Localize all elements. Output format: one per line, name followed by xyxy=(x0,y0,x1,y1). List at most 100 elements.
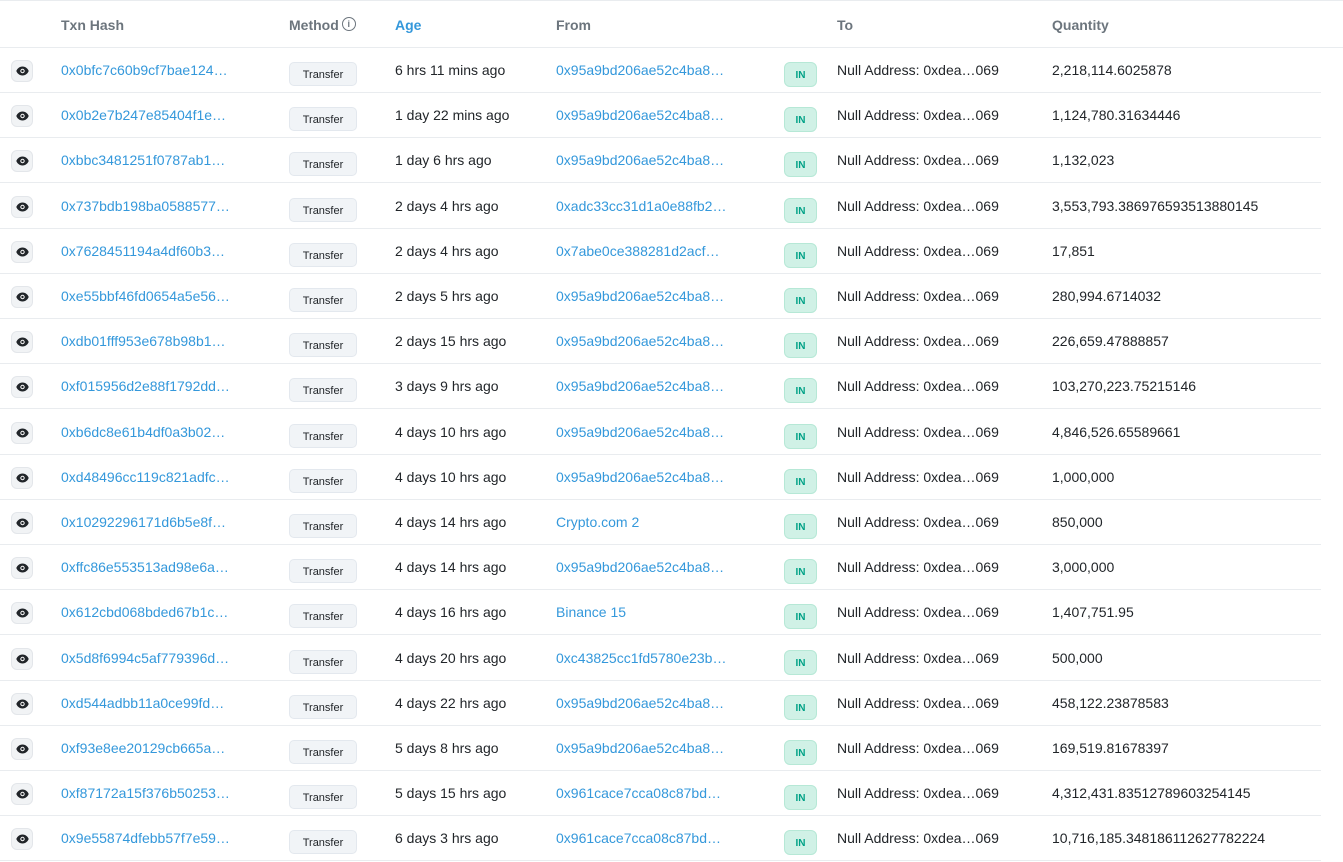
age-text: 4 days 14 hrs ago xyxy=(395,514,507,530)
txn-hash-link[interactable]: 0xb6dc8e61b4df0a3b02… xyxy=(61,410,225,454)
quantity-text: 500,000 xyxy=(1052,649,1103,666)
txn-hash-link[interactable]: 0xe55bbf46fd0654a5e56… xyxy=(61,274,230,318)
direction-badge: IN xyxy=(784,288,817,313)
eye-icon[interactable] xyxy=(11,195,33,218)
from-address-link[interactable]: 0x95a9bd206ae52c4ba8… xyxy=(556,319,724,363)
eye-icon[interactable] xyxy=(11,105,33,128)
method-badge: Transfer xyxy=(289,152,357,177)
txn-hash-link[interactable]: 0xf015956d2e88f1792dd… xyxy=(61,364,230,408)
direction-badge: IN xyxy=(784,740,817,765)
age-text: 5 days 8 hrs ago xyxy=(395,740,499,756)
eye-icon[interactable] xyxy=(11,512,33,534)
txn-hash-link[interactable]: 0x737bdb198ba0588577… xyxy=(61,184,230,228)
from-address-link[interactable]: 0x95a9bd206ae52c4ba8… xyxy=(556,48,724,92)
eye-icon[interactable] xyxy=(11,331,33,354)
quantity-text: 4,846,526.65589661 xyxy=(1052,423,1181,440)
table-row: 0xf87172a15f376b50253… Transfer 5 days 15 … xyxy=(0,771,1321,817)
eye-icon[interactable] xyxy=(11,286,33,308)
direction-badge: IN xyxy=(784,604,817,630)
column-header-age[interactable]: Age xyxy=(395,1,421,49)
eye-icon[interactable] xyxy=(11,828,33,851)
info-icon[interactable]: i xyxy=(341,17,356,32)
eye-icon[interactable] xyxy=(11,421,33,444)
to-address-text: Null Address: 0xdea…069 xyxy=(837,197,999,214)
txn-hash-link[interactable]: 0xf87172a15f376b50253… xyxy=(61,771,230,815)
table-row: 0xf015956d2e88f1792dd… Transfer 3 days 9 h… xyxy=(0,364,1321,410)
column-header-from: From xyxy=(556,17,591,33)
age-text: 5 days 15 hrs ago xyxy=(395,785,507,802)
from-address-link[interactable]: 0x95a9bd206ae52c4ba8… xyxy=(556,455,724,499)
from-address-link[interactable]: 0x95a9bd206ae52c4ba8… xyxy=(556,274,724,318)
from-address-link[interactable]: 0x7abe0ce388281d2acf… xyxy=(556,229,719,273)
quantity-text: 458,122.23878583 xyxy=(1052,694,1169,711)
table-row: 0xffc86e553513ad98e6a… Transfer 4 days 14 … xyxy=(0,545,1321,591)
to-address-text: Null Address: 0xdea…069 xyxy=(837,604,999,621)
eye-icon[interactable] xyxy=(11,738,33,760)
from-address-link[interactable]: Crypto.com 2 xyxy=(556,500,639,544)
from-address-link[interactable]: 0x95a9bd206ae52c4ba8… xyxy=(556,93,724,137)
age-text: 2 days 5 hrs ago xyxy=(395,288,499,304)
txn-hash-link[interactable]: 0xffc86e553513ad98e6a… xyxy=(61,545,229,589)
eye-icon[interactable] xyxy=(11,150,33,173)
to-address-text: Null Address: 0xdea…069 xyxy=(837,242,999,259)
method-badge: Transfer xyxy=(289,785,357,810)
txn-hash-link[interactable]: 0xbbc3481251f0787ab1… xyxy=(61,138,225,182)
eye-icon[interactable] xyxy=(11,602,33,625)
quantity-text: 1,000,000 xyxy=(1052,468,1115,485)
eye-icon[interactable] xyxy=(11,466,33,489)
age-text: 1 day 6 hrs ago xyxy=(395,152,492,169)
txn-hash-link[interactable]: 0xf93e8ee20129cb665a… xyxy=(61,726,225,770)
table-row: 0x0b2e7b247e85404f1e… Transfer 1 day 22 mi… xyxy=(0,93,1321,139)
table-row: 0x9e55874dfebb57f7e59… Transfer 6 days 3 h… xyxy=(0,816,1321,862)
direction-badge: IN xyxy=(784,649,817,675)
eye-icon[interactable] xyxy=(11,692,33,715)
eye-icon[interactable] xyxy=(11,557,33,580)
direction-badge: IN xyxy=(784,559,817,585)
eye-icon[interactable] xyxy=(11,647,33,670)
eye-icon[interactable] xyxy=(11,783,33,806)
txn-hash-link[interactable]: 0x10292296171d6b5e8f… xyxy=(61,500,226,544)
txn-hash-link[interactable]: 0x0bfc7c60b9cf7bae124… xyxy=(61,48,228,92)
table-row: 0xf93e8ee20129cb665a… Transfer 5 days 8 hr… xyxy=(0,726,1321,771)
from-address-link[interactable]: 0x95a9bd206ae52c4ba8… xyxy=(556,410,724,454)
to-address-text: Null Address: 0xdea…069 xyxy=(837,694,999,711)
direction-badge: IN xyxy=(784,468,817,494)
txn-hash-link[interactable]: 0xd48496cc119c821adfc… xyxy=(61,455,230,499)
from-address-link[interactable]: 0x95a9bd206ae52c4ba8… xyxy=(556,545,724,589)
from-address-link[interactable]: 0x961cace7cca08c87bd… xyxy=(556,771,721,815)
eye-icon[interactable] xyxy=(11,60,33,82)
txn-hash-link[interactable]: 0x9e55874dfebb57f7e59… xyxy=(61,816,230,860)
direction-badge: IN xyxy=(784,694,817,720)
method-badge: Transfer xyxy=(289,378,357,403)
age-text: 6 days 3 hrs ago xyxy=(395,830,499,847)
eye-icon[interactable] xyxy=(11,240,33,263)
age-text: 4 days 10 hrs ago xyxy=(395,468,507,485)
txn-hash-link[interactable]: 0xdb01fff953e678b98b1… xyxy=(61,319,226,363)
eye-icon[interactable] xyxy=(11,376,33,399)
transactions-table: Txn Hash Method i Age From To Quantity 0x… xyxy=(0,0,1343,862)
quantity-text: 3,000,000 xyxy=(1052,559,1115,576)
quantity-text: 226,659.47888857 xyxy=(1052,333,1169,350)
txn-hash-link[interactable]: 0xd544adbb11a0ce99fd… xyxy=(61,681,224,725)
from-address-link[interactable]: 0x95a9bd206ae52c4ba8… xyxy=(556,726,724,770)
quantity-text: 169,519.81678397 xyxy=(1052,740,1169,756)
from-address-link[interactable]: 0x95a9bd206ae52c4ba8… xyxy=(556,364,724,408)
from-address-link[interactable]: 0xadc33cc31d1a0e88fb2… xyxy=(556,184,726,228)
txn-hash-link[interactable]: 0x0b2e7b247e85404f1e… xyxy=(61,93,226,137)
from-address-link[interactable]: Binance 15 xyxy=(556,590,626,634)
quantity-text: 2,218,114.6025878 xyxy=(1052,62,1172,78)
txn-hash-link[interactable]: 0x612cbd068bded67b1c… xyxy=(61,590,228,634)
txn-hash-link[interactable]: 0x5d8f6994c5af779396d… xyxy=(61,636,229,680)
from-address-link[interactable]: 0x961cace7cca08c87bd… xyxy=(556,816,721,860)
direction-badge: IN xyxy=(784,333,817,359)
age-text: 1 day 22 mins ago xyxy=(395,107,510,124)
from-address-link[interactable]: 0x95a9bd206ae52c4ba8… xyxy=(556,138,724,182)
from-address-link[interactable]: 0x95a9bd206ae52c4ba8… xyxy=(556,681,724,725)
table-row: 0x737bdb198ba0588577… Transfer 2 days 4 hr… xyxy=(0,184,1321,229)
quantity-text: 1,124,780.31634446 xyxy=(1052,107,1181,124)
quantity-text: 280,994.6714032 xyxy=(1052,288,1161,304)
quantity-text: 1,407,751.95 xyxy=(1052,604,1134,621)
from-address-link[interactable]: 0xc43825cc1fd5780e23b… xyxy=(556,636,726,680)
table-header: Txn Hash Method i Age From To Quantity xyxy=(0,0,1343,48)
txn-hash-link[interactable]: 0x7628451194a4df60b3… xyxy=(61,229,225,273)
